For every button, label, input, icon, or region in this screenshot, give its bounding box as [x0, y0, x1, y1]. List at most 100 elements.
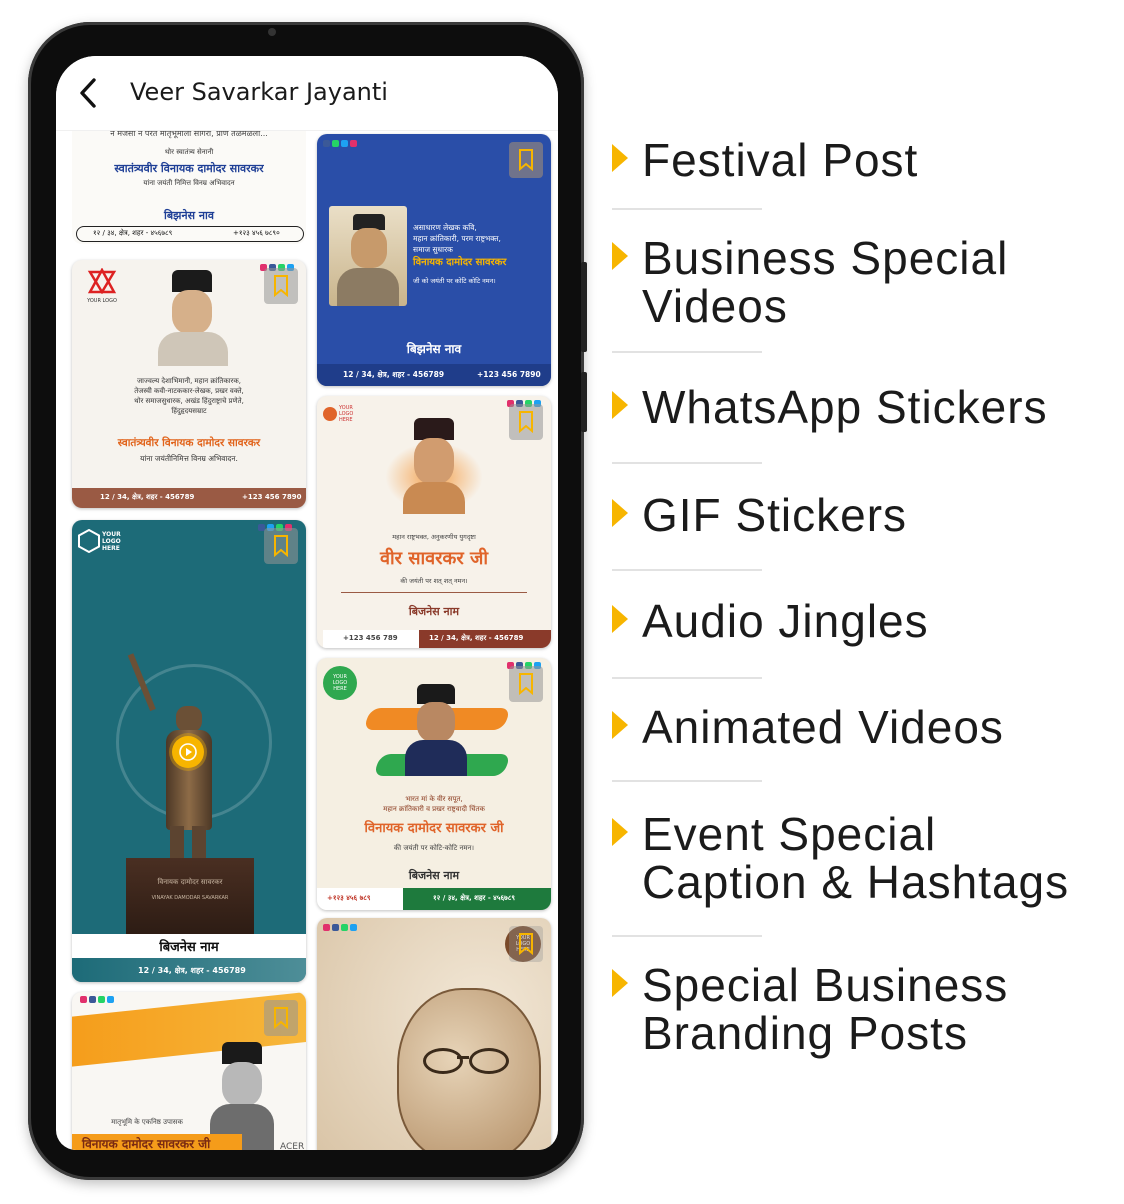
- card-business: बिजनेस नाम: [408, 605, 460, 618]
- social-icons: [323, 140, 357, 147]
- logo-text: YOUR LOGO HERE: [332, 674, 348, 692]
- card-phone: +123 456 7890: [242, 493, 302, 501]
- feature-label: Caption & Hashtags: [642, 856, 1070, 908]
- arrow-icon: [612, 391, 628, 419]
- social-icons: [323, 924, 357, 931]
- bookmark-icon[interactable]: [264, 528, 298, 564]
- card-address: 12 / 34, क्षेत्र, शहर - 456789: [343, 370, 445, 379]
- back-arrow-icon[interactable]: [74, 76, 104, 110]
- logo-placeholder: YOUR LOGO HERE: [78, 526, 132, 556]
- page-title: Veer Savarkar Jayanti: [130, 78, 388, 106]
- portrait-image: [405, 684, 467, 776]
- template-card[interactable]: असाधारण लेखक कवि, महान क्रांतिकारी, परम …: [317, 134, 551, 386]
- card-phone: +१२३ ४५६ ७८९: [327, 894, 371, 902]
- portrait-image: [329, 206, 407, 306]
- card-subtitle: मातृभूमि के एकनिष्ठ उपासक: [111, 1118, 183, 1126]
- arrow-icon: [612, 711, 628, 739]
- feature-label: WhatsApp Stickers: [642, 381, 1048, 433]
- card-footer: 12 / 34, क्षेत्र, शहर - 456789 +123 456 …: [72, 488, 306, 508]
- feature-label: GIF Stickers: [642, 489, 908, 541]
- feature-label: Videos: [642, 280, 788, 332]
- template-card[interactable]: मातृभूमि के एकनिष्ठ उपासक विनायक दामोदर …: [72, 992, 306, 1150]
- template-card[interactable]: YOUR LOGO HERE: [317, 918, 551, 1150]
- template-card[interactable]: YOUR LOGO HERE भारत मां के वीर सपूत, महा…: [317, 658, 551, 910]
- card-phone: +१२३ ४५६ ७८९०: [233, 229, 280, 237]
- play-icon: [179, 743, 197, 761]
- template-card[interactable]: YOUR LOGO जाज्वल्य देशाभिमानी, महान क्रा…: [72, 260, 306, 508]
- template-card[interactable]: YOUR LOGO HERE महान राष्ट्रभक्त, अनुकरणी…: [317, 396, 551, 648]
- card-line: यांना जयंती निमित्त विनम्र अभिवादन: [143, 179, 235, 187]
- feature-label: Event Special: [642, 808, 937, 860]
- feature-label: Branding Posts: [642, 1007, 968, 1059]
- card-subtitle: महान राष्ट्रभक्त, अनुकरणीय युगदृष्टा: [392, 533, 476, 541]
- phone-brand: ACER: [280, 1142, 305, 1152]
- card-footer: +123 456 789 12 / 34, क्षेत्र, शहर - 456…: [317, 630, 551, 648]
- bookmark-icon[interactable]: [264, 268, 298, 304]
- logo-placeholder: YOUR LOGO HERE: [323, 666, 357, 700]
- card-line: यांना जयंतीनिमित्त विनम्र अभिवादन.: [140, 454, 238, 463]
- sketch-portrait: [357, 978, 547, 1150]
- divider: [612, 569, 762, 571]
- card-line: महान क्रांतिकारी, परम राष्ट्रभक्त,: [413, 234, 501, 243]
- bookmark-icon[interactable]: [509, 666, 543, 702]
- bookmark-icon[interactable]: [509, 404, 543, 440]
- card-text: असाधारण लेखक कवि, महान क्रांतिकारी, परम …: [413, 222, 547, 287]
- logo-text: YOUR LOGO: [87, 298, 117, 304]
- card-name: वीर सावरकर जी: [380, 548, 488, 569]
- divider: [341, 592, 527, 593]
- card-subtitle: थोर स्वातंत्र्य सेनानी: [164, 148, 214, 156]
- bookmark-icon[interactable]: [509, 926, 543, 962]
- video-template-card[interactable]: YOUR LOGO HERE विनायक दामोदर सावरकर VINA…: [72, 520, 306, 982]
- card-address: १२ / ३४, क्षेत्र, शहर - ४५६७८९: [433, 894, 516, 902]
- card-phone: +123 456 7890: [477, 370, 541, 379]
- card-business: बिझनेस नाव: [164, 209, 214, 222]
- social-icons: [80, 996, 114, 1003]
- statue-pedestal: विनायक दामोदर सावरकर VINAYAK DAMODAR SAV…: [126, 858, 254, 934]
- logo-text: YOUR LOGO HERE: [339, 405, 354, 423]
- card-line: हिंदुहृदयसम्राट: [171, 407, 207, 415]
- logo-placeholder: YOUR LOGO: [82, 267, 122, 304]
- bookmark-icon[interactable]: [264, 1000, 298, 1036]
- card-line: समाज सुधारक: [413, 245, 453, 254]
- volume-button: [581, 262, 587, 352]
- card-text: जाज्वल्य देशाभिमानी, महान क्रांतिकारक, त…: [72, 376, 306, 416]
- divider: [612, 208, 762, 210]
- card-footer: १२ / ३४, क्षेत्र, शहर - ४५६७८९ +१२३ ४५६ …: [76, 226, 304, 242]
- phone-screen: Veer Savarkar Jayanti न मजसा न परत मातृभ…: [56, 56, 558, 1150]
- card-phone: +123 456 789: [343, 634, 398, 642]
- card-business: बिझनेस नाव: [406, 342, 462, 356]
- power-button: [581, 372, 587, 432]
- card-line: थोर समाजसुधारक, अखंड हिंदुराष्ट्राचे प्र…: [134, 397, 244, 405]
- card-name: स्वातंत्र्यवीर विनायक दामोदर सावरकर: [117, 437, 261, 449]
- front-camera: [268, 28, 276, 36]
- divider: [612, 462, 762, 464]
- card-line: जी को जयंती पर कोटि कोटि नमन।: [413, 277, 496, 285]
- portrait-image: [158, 270, 228, 366]
- arrow-icon: [612, 144, 628, 172]
- divider: [612, 677, 762, 679]
- arrow-icon: [612, 818, 628, 846]
- card-name: विनायक दामोदर सावरकर: [413, 257, 507, 268]
- card-line: की जयंती पर कोटि-कोटि नमन।: [393, 844, 475, 852]
- card-line: असाधारण लेखक कवि,: [413, 223, 477, 232]
- card-line: की जयंती पर शत् शत् नमन।: [400, 577, 468, 585]
- plaque-text: विनायक दामोदर सावरकर: [157, 878, 223, 886]
- feature-label: Business Special: [642, 232, 1009, 284]
- portrait-image: [385, 414, 483, 514]
- card-line: भारत मां के वीर सपूत,: [405, 795, 463, 803]
- card-line: तेजस्वी कवी-नाटककार-लेखक, प्रखर वक्ते,: [134, 387, 244, 395]
- card-address: 12 / 34, क्षेत्र, शहर - 456789: [429, 634, 524, 642]
- feature-label: Animated Videos: [642, 701, 1004, 753]
- template-card[interactable]: न मजसा न परत मातृभूमाला सागरा, प्राण तळम…: [72, 116, 306, 244]
- logo-placeholder: YOUR LOGO HERE: [323, 402, 363, 426]
- play-button[interactable]: [172, 736, 204, 768]
- arrow-icon: [612, 242, 628, 270]
- bookmark-icon[interactable]: [509, 142, 543, 178]
- card-business-bar: बिजनेस नाम: [72, 934, 306, 958]
- card-address: 12 / 34, क्षेत्र, शहर - 456789: [138, 966, 246, 975]
- card-line: जाज्वल्य देशाभिमानी, महान क्रांतिकारक,: [136, 377, 242, 385]
- arrow-icon: [612, 605, 628, 633]
- plaque-text: VINAYAK DAMODAR SAVARKAR: [151, 895, 229, 901]
- card-address: 12 / 34, क्षेत्र, शहर - 456789: [100, 493, 195, 501]
- divider: [612, 935, 762, 937]
